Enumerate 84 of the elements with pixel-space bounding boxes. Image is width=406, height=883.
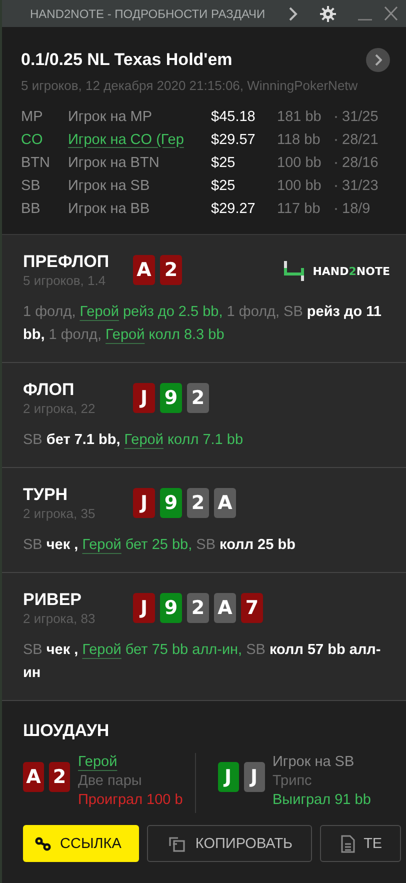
action-text: 1 фолд, Герой рейз до 2.5 bb, 1 фолд, SB рейз до 11 bb, 1 фолд, Герой колл 8.3 bb [23,303,382,345]
playing-card: J [133,383,155,413]
separator-dot [335,208,337,210]
player-name: Игрок на MP [68,105,211,128]
player-position: SB [21,176,42,196]
action-text: SB чек , Герой бет 75 bb алл-ин, SB колл 57 bb алл-ин [23,641,382,683]
hand-result: Выиграл 91 bb [272,791,371,810]
player-big-blinds: 118 bb [277,128,335,151]
player-position: CO [21,128,68,151]
playing-card: J [133,488,155,518]
player-stack: $25 [211,176,236,196]
player-stack: $29.57 [211,130,256,150]
playing-card: 7 [241,593,263,623]
player-position: MP [21,108,44,126]
player-stats: 18/9 [342,200,370,216]
action-text: SB бет 7.1 bb, Герой колл 7.1 bb [23,431,244,450]
playing-card: A [133,255,155,285]
hero-link[interactable]: Герой [80,304,119,320]
section-title: ШОУДАУН [23,721,110,741]
playing-card: A [214,488,236,518]
player-big-blinds: 100 bb [277,151,335,174]
playing-card: 2 [187,593,209,623]
copy-icon [168,836,186,852]
player-name: Игрок на BB [68,197,211,220]
playing-card: A [214,593,236,623]
next-button[interactable] [366,48,390,72]
player-name: Игрок на SB [68,174,211,197]
action-button[interactable]: ТЕ [320,825,402,862]
playing-card: 9 [160,383,182,413]
player-big-blinds: 100 bb [277,174,335,197]
player-stats: 28/16 [342,154,378,170]
player-name: Игрок на BTN [68,151,211,174]
player-big-blinds: 181 bb [277,105,335,128]
document-icon [340,834,355,852]
player-big-blinds: 117 bb [277,197,335,220]
action-text: SB чек , Герой бет 25 bb, SB колл 25 bb [23,536,296,555]
hand-rank: Две пары [78,772,143,791]
street-title: ТУРН [23,485,69,505]
hand-title: 0.1/0.25 NL Texas Hold'em [21,50,232,70]
player-position: BTN [21,154,51,172]
action-button[interactable]: КОПИРОВАТЬ [147,825,312,862]
hand-rank: Трипс [272,772,313,791]
player-name: Игрок на SB [272,753,354,772]
hand-info: 5 игроков, 12 декабря 2020 21:15:06, WinningPokerNetw [21,78,359,93]
player-stats: 31/25 [342,108,378,124]
separator-dot [335,138,337,141]
settings-icon[interactable] [320,6,336,22]
player-stack: $45.18 [211,108,256,126]
player-stack: $29.27 [211,200,256,218]
street-title: РИВЕР [23,590,83,610]
playing-card: A [23,762,44,792]
separator-dot [335,162,337,164]
playing-card: 2 [160,255,182,285]
chevron-right-icon [374,54,382,66]
chevron-right-icon[interactable] [288,6,298,22]
player-stack: $25 [211,154,236,172]
player-position: BB [21,200,42,218]
hero-link[interactable]: Герой [78,753,118,772]
playing-card: J [244,762,264,792]
separator-dot [335,184,337,187]
playing-card: 2 [187,383,209,413]
player-link[interactable]: Игрок на CO (Гер [68,128,211,151]
street-title: ПРЕФЛОП [23,252,110,272]
player-stats: 28/21 [342,132,378,148]
logo-icon [282,259,305,283]
action-button[interactable]: ССЫЛКА [23,825,140,862]
playing-card: J [218,762,238,792]
hero-link[interactable]: Герой [82,537,122,553]
logo-text: HAND2NOTE [312,264,390,278]
playing-card: J [133,593,155,623]
player-stats: 31/23 [342,178,378,194]
playing-card: 9 [160,488,182,518]
hero-link[interactable]: Герой [124,432,164,448]
close-icon[interactable] [384,6,398,22]
link-icon [35,836,51,850]
playing-card: 2 [187,488,209,518]
hero-link[interactable]: Герой [106,327,145,343]
window-title: HAND2NOTE - ПОДРОБНОСТИ РАЗДАЧИ [30,6,266,20]
hand-result: Проиграл 100 b [78,791,183,810]
separator-dot [335,116,337,118]
playing-card: 9 [160,593,182,623]
hero-link[interactable]: Герой [82,642,122,658]
playing-card: 2 [49,762,70,792]
street-title: ФЛОП [23,380,76,400]
